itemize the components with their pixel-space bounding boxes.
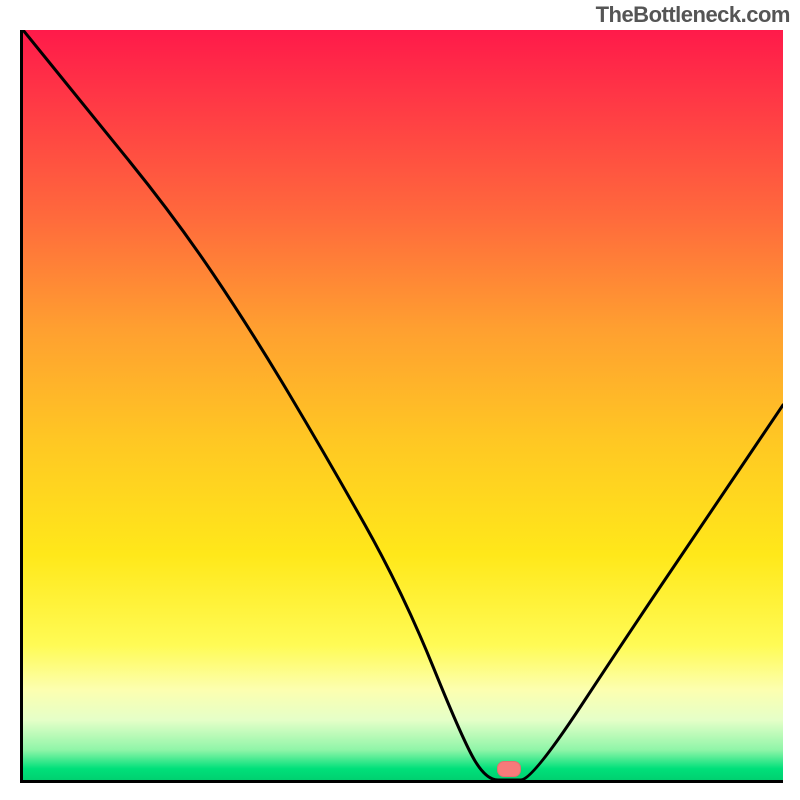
optimal-point-marker xyxy=(497,761,521,777)
plot-area xyxy=(20,30,783,783)
bottleneck-curve xyxy=(23,30,783,780)
watermark-label: TheBottleneck.com xyxy=(596,2,790,28)
chart-container: TheBottleneck.com xyxy=(0,0,800,800)
